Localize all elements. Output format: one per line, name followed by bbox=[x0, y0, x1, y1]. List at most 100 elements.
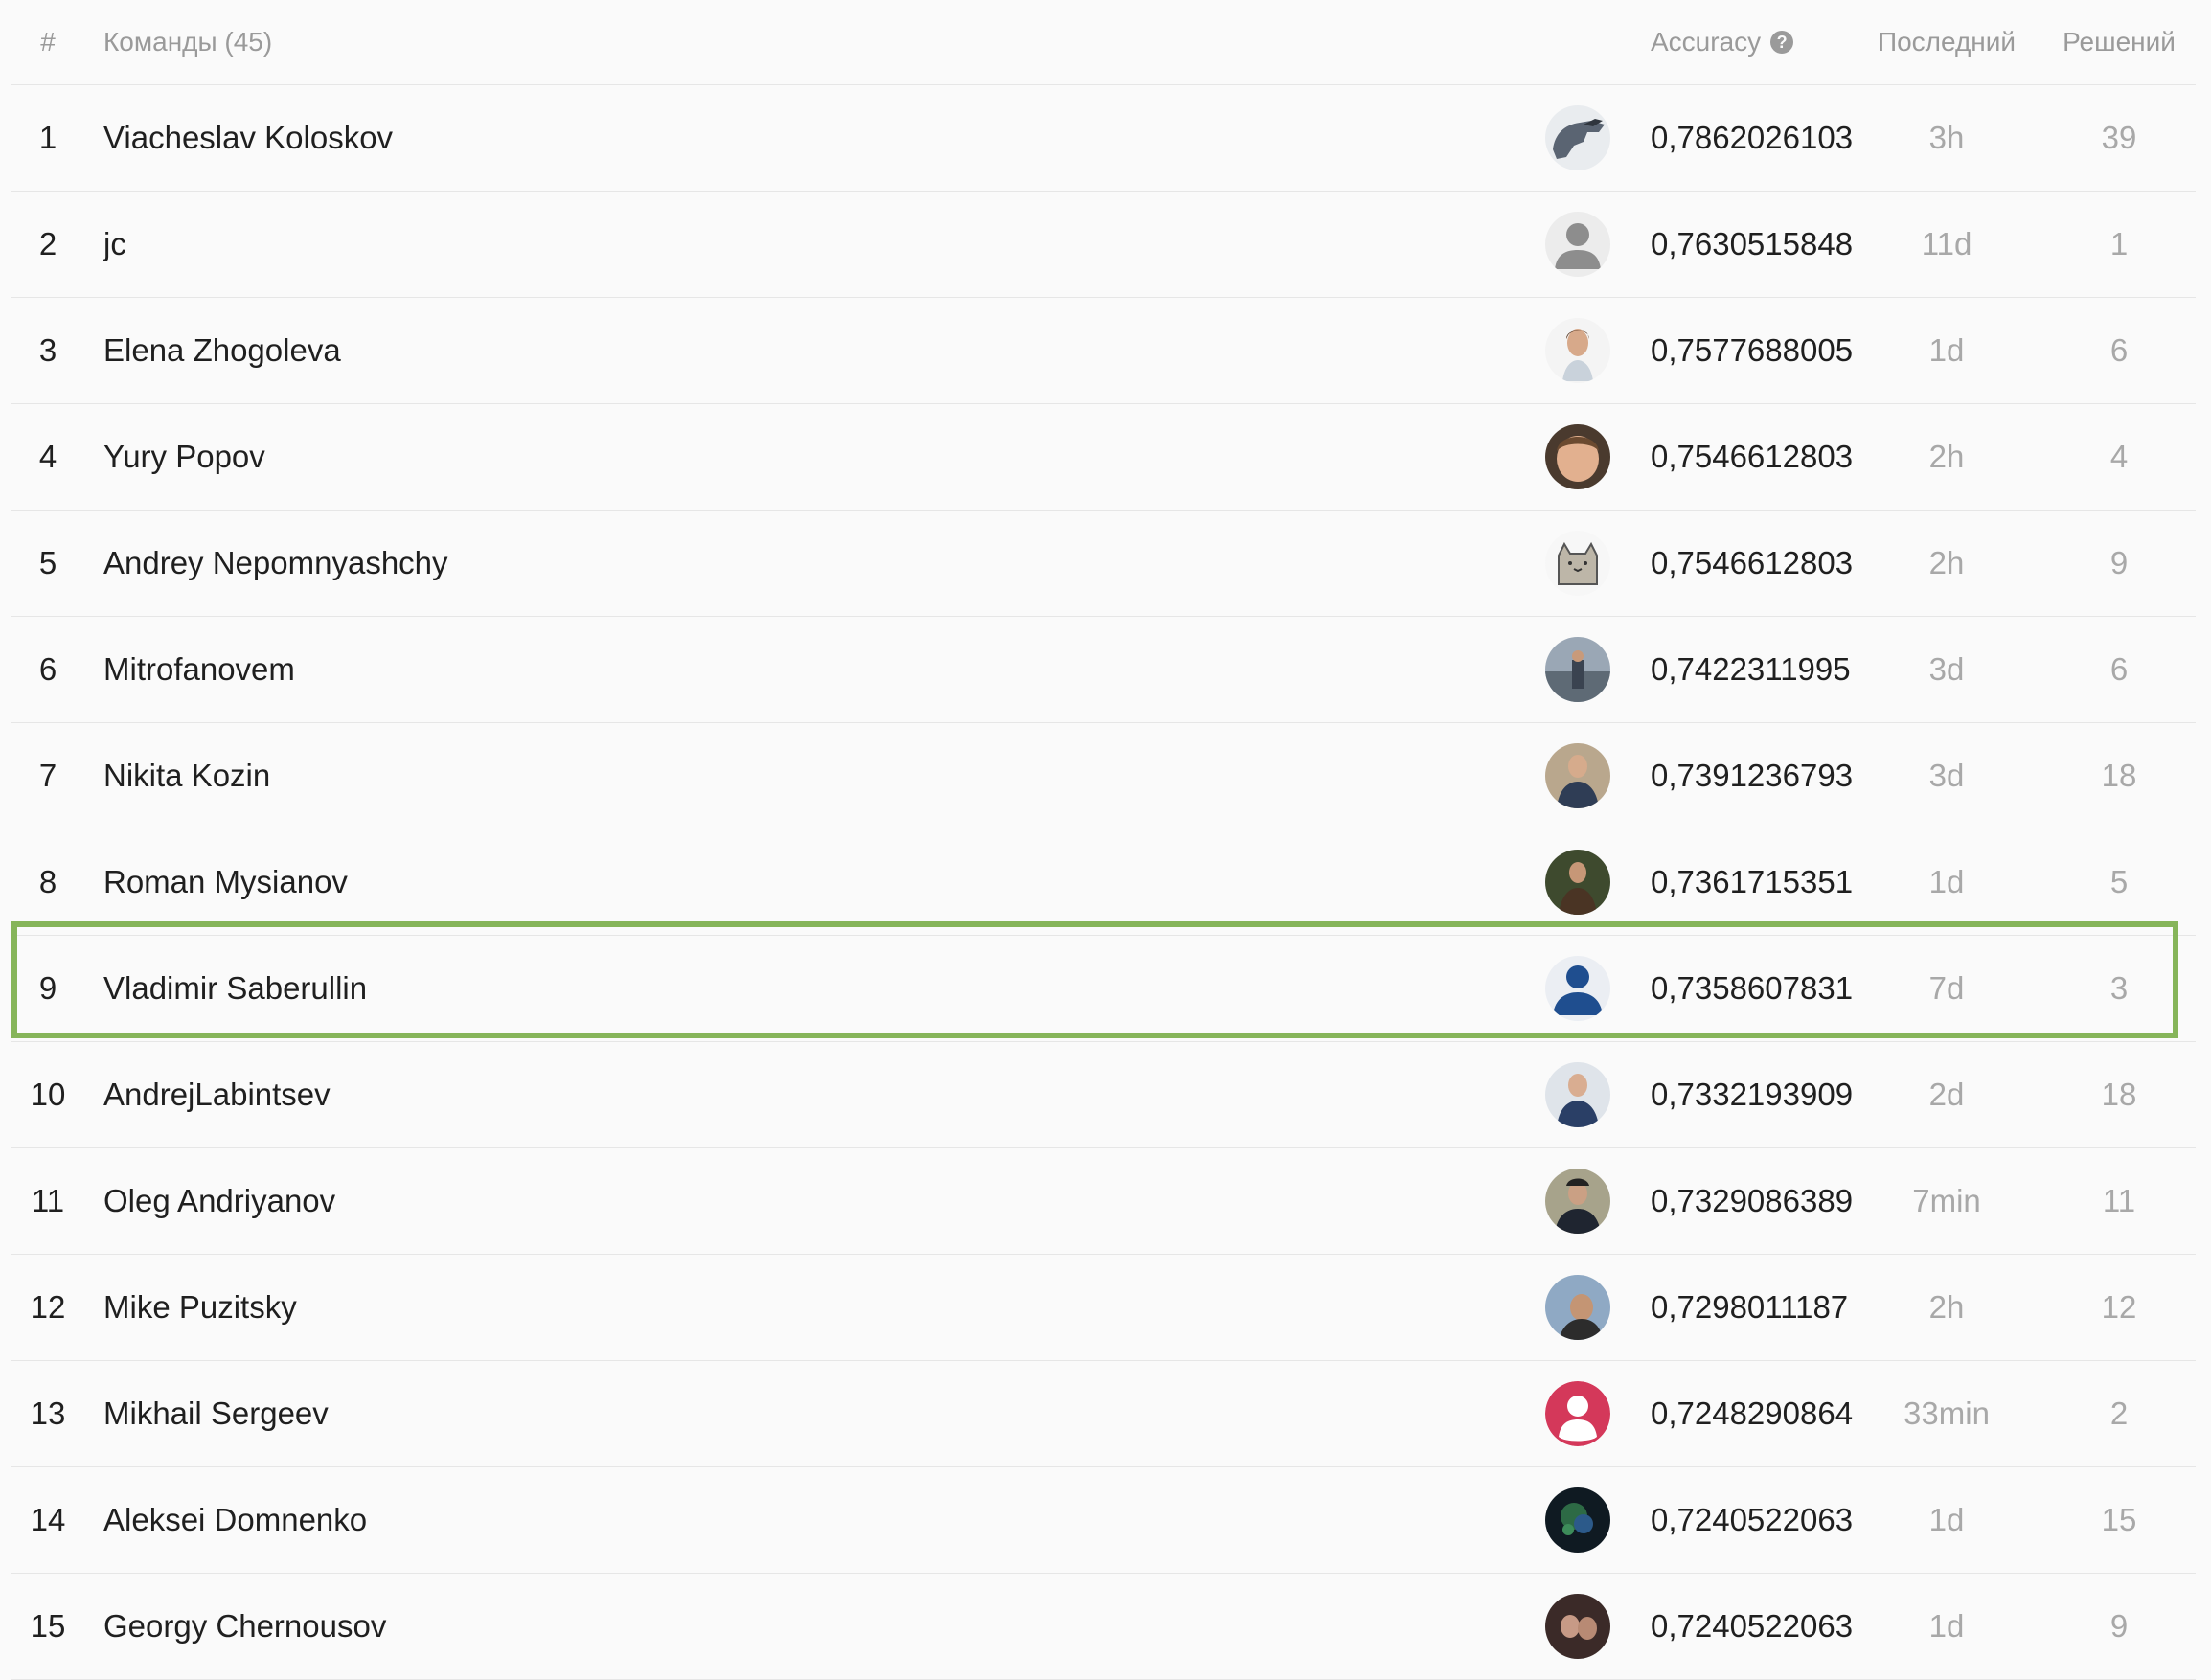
last-submission: 33min bbox=[1903, 1396, 1990, 1431]
accuracy-score: 0,7358607831 bbox=[1651, 970, 1854, 1006]
last-submission: 7min bbox=[1912, 1183, 1981, 1218]
table-row[interactable]: 9 Vladimir Saberullin 0,7358607831 7d 3 bbox=[11, 936, 2196, 1042]
avatar[interactable] bbox=[1544, 936, 1611, 1041]
avatar[interactable] bbox=[1544, 1361, 1611, 1466]
solved-count: 4 bbox=[2109, 439, 2129, 474]
accuracy-score: 0,7361715351 bbox=[1651, 864, 1854, 899]
team-name[interactable]: Vladimir Saberullin bbox=[103, 936, 367, 1041]
user-photo-icon bbox=[1545, 1275, 1610, 1340]
rank-cell: 12 bbox=[30, 1289, 66, 1325]
rank-cell: 2 bbox=[38, 226, 57, 261]
team-name[interactable]: Mitrofanovem bbox=[103, 617, 295, 722]
user-photo-icon bbox=[1545, 424, 1610, 489]
table-row[interactable]: 11 Oleg Andriyanov 0,7329086389 7min 11 bbox=[11, 1148, 2196, 1255]
leaderboard-table: # Команды (45) Accuracy ? Последний Реше… bbox=[11, 0, 2196, 1680]
avatar[interactable] bbox=[1544, 85, 1611, 191]
avatar[interactable] bbox=[1544, 298, 1611, 403]
table-row[interactable]: 5 Andrey Nepomnyashchy 0,7546612803 2h 9 bbox=[11, 511, 2196, 617]
avatar[interactable] bbox=[1544, 617, 1611, 722]
user-photo-icon bbox=[1545, 1594, 1610, 1659]
team-name[interactable]: Andrey Nepomnyashchy bbox=[103, 511, 448, 616]
team-name[interactable]: AndrejLabintsev bbox=[103, 1042, 331, 1147]
table-row[interactable]: 14 Aleksei Domnenko 0,7240522063 1d 15 bbox=[11, 1467, 2196, 1574]
last-column-header[interactable]: Последний bbox=[1870, 0, 2023, 84]
solved-count: 18 bbox=[2101, 1077, 2137, 1112]
solved-count: 9 bbox=[2109, 545, 2129, 580]
team-name[interactable]: jc bbox=[103, 192, 126, 297]
default-user-icon bbox=[1545, 956, 1610, 1021]
table-row[interactable]: 15 Georgy Chernousov 0,7240522063 1d 9 bbox=[11, 1574, 2196, 1680]
avatar[interactable] bbox=[1544, 723, 1611, 829]
team-name[interactable]: Roman Mysianov bbox=[103, 829, 348, 935]
table-row[interactable]: 4 Yury Popov 0,7546612803 2h 4 bbox=[11, 404, 2196, 511]
last-submission: 1d bbox=[1928, 1608, 1965, 1644]
table-row[interactable]: 12 Mike Puzitsky 0,7298011187 2h 12 bbox=[11, 1255, 2196, 1361]
accuracy-label: Accuracy bbox=[1651, 27, 1762, 57]
rank-cell: 1 bbox=[38, 120, 57, 155]
accuracy-score: 0,7391236793 bbox=[1651, 758, 1854, 793]
avatar[interactable] bbox=[1544, 404, 1611, 510]
table-row[interactable]: 3 Elena Zhogoleva 0,7577688005 1d 6 bbox=[11, 298, 2196, 404]
accuracy-column-header[interactable]: Accuracy ? bbox=[1651, 0, 1794, 84]
rank-column-header: # bbox=[40, 27, 56, 57]
table-row[interactable]: 6 Mitrofanovem 0,7422311995 3d 6 bbox=[11, 617, 2196, 723]
team-name[interactable]: Nikita Kozin bbox=[103, 723, 270, 829]
avatar[interactable] bbox=[1544, 1467, 1611, 1573]
table-row[interactable]: 7 Nikita Kozin 0,7391236793 3d 18 bbox=[11, 723, 2196, 829]
user-photo-icon bbox=[1545, 637, 1610, 702]
avatar[interactable] bbox=[1544, 829, 1611, 935]
avatar[interactable] bbox=[1544, 1574, 1611, 1679]
rank-cell: 10 bbox=[30, 1077, 66, 1112]
rank-cell: 11 bbox=[31, 1183, 65, 1218]
accuracy-score: 0,7329086389 bbox=[1651, 1183, 1854, 1218]
rank-cell: 9 bbox=[38, 970, 57, 1006]
last-submission: 1d bbox=[1928, 864, 1965, 899]
team-name[interactable]: Elena Zhogoleva bbox=[103, 298, 341, 403]
solved-count: 18 bbox=[2101, 758, 2137, 793]
table-row[interactable]: 8 Roman Mysianov 0,7361715351 1d 5 bbox=[11, 829, 2196, 936]
team-name[interactable]: Yury Popov bbox=[103, 404, 265, 510]
teams-column-header[interactable]: Команды (45) bbox=[103, 0, 272, 84]
avatar[interactable] bbox=[1544, 1148, 1611, 1254]
rank-cell: 8 bbox=[38, 864, 57, 899]
solved-count: 6 bbox=[2109, 651, 2129, 687]
avatar[interactable] bbox=[1544, 1255, 1611, 1360]
solved-column-header[interactable]: Решений bbox=[2042, 0, 2196, 84]
user-photo-icon bbox=[1545, 318, 1610, 383]
table-row[interactable]: 2 jc 0,7630515848 11d 1 bbox=[11, 192, 2196, 298]
rank-cell: 4 bbox=[38, 439, 57, 474]
accuracy-score: 0,7546612803 bbox=[1651, 439, 1854, 474]
user-photo-icon bbox=[1545, 1169, 1610, 1234]
accuracy-score: 0,7422311995 bbox=[1651, 651, 1851, 687]
team-name[interactable]: Viacheslav Koloskov bbox=[103, 85, 393, 191]
team-name[interactable]: Aleksei Domnenko bbox=[103, 1467, 367, 1573]
accuracy-score: 0,7577688005 bbox=[1651, 332, 1854, 368]
solved-count: 3 bbox=[2109, 970, 2129, 1006]
team-name[interactable]: Georgy Chernousov bbox=[103, 1574, 386, 1679]
solved-count: 1 bbox=[2109, 226, 2129, 261]
accuracy-score: 0,7862026103 bbox=[1651, 120, 1854, 155]
last-submission: 3d bbox=[1928, 758, 1965, 793]
last-submission: 2d bbox=[1928, 1077, 1965, 1112]
avatar[interactable] bbox=[1544, 192, 1611, 297]
table-row[interactable]: 13 Mikhail Sergeev 0,7248290864 33min 2 bbox=[11, 1361, 2196, 1467]
accuracy-score: 0,7546612803 bbox=[1651, 545, 1854, 580]
solved-count: 12 bbox=[2101, 1289, 2137, 1325]
accuracy-score: 0,7298011187 bbox=[1651, 1289, 1849, 1325]
user-photo-icon bbox=[1545, 1062, 1610, 1127]
table-row[interactable]: 10 AndrejLabintsev 0,7332193909 2d 18 bbox=[11, 1042, 2196, 1148]
last-submission: 1d bbox=[1928, 332, 1965, 368]
table-row[interactable]: 1 Viacheslav Koloskov 0,7862026103 3h 39 bbox=[11, 85, 2196, 192]
avatar[interactable] bbox=[1544, 1042, 1611, 1147]
team-name[interactable]: Oleg Andriyanov bbox=[103, 1148, 335, 1254]
question-circle-icon[interactable]: ? bbox=[1770, 31, 1794, 54]
rank-cell: 3 bbox=[38, 332, 57, 368]
cat-drawing-icon bbox=[1545, 531, 1610, 596]
solved-count: 5 bbox=[2109, 864, 2129, 899]
team-name[interactable]: Mike Puzitsky bbox=[103, 1255, 297, 1360]
rank-cell: 13 bbox=[30, 1396, 66, 1431]
team-name[interactable]: Mikhail Sergeev bbox=[103, 1361, 329, 1466]
accuracy-score: 0,7240522063 bbox=[1651, 1502, 1854, 1537]
last-submission: 2h bbox=[1928, 545, 1965, 580]
avatar[interactable] bbox=[1544, 511, 1611, 616]
